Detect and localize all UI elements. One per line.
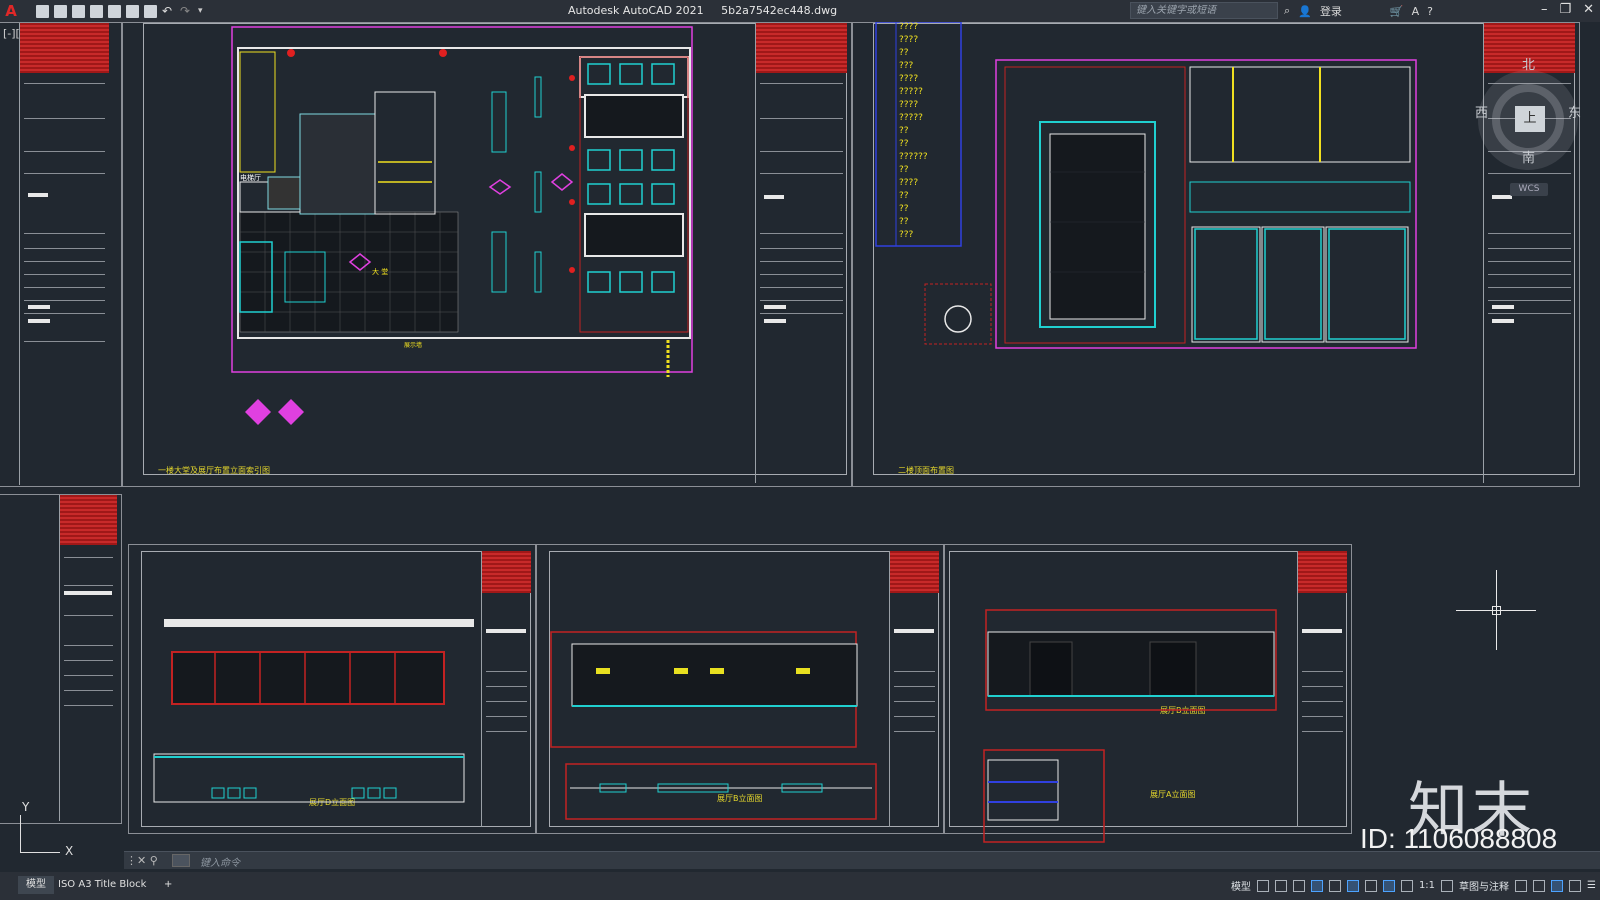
auto-scale-icon[interactable] <box>1400 879 1413 892</box>
tab-model[interactable]: 模型 <box>18 876 54 894</box>
tab-add-layout[interactable]: + <box>156 876 180 894</box>
isodraft-icon[interactable] <box>1328 879 1341 892</box>
help-icon[interactable]: ? <box>1427 5 1433 18</box>
save-icon[interactable] <box>72 4 85 18</box>
polar-icon[interactable] <box>1310 879 1323 892</box>
elevations-drawing <box>153 609 1277 843</box>
annotation-visibility-icon[interactable] <box>1382 879 1395 892</box>
viewcube-face[interactable]: 上 <box>1515 106 1545 132</box>
ucs-x-label: X <box>65 844 74 858</box>
isolate-icon[interactable] <box>1533 879 1546 892</box>
grid-icon[interactable] <box>1256 879 1269 892</box>
add-icon[interactable] <box>1515 879 1528 892</box>
open-file-icon[interactable] <box>54 4 67 18</box>
cart-icon[interactable]: 🛒 <box>1390 5 1404 18</box>
a360-icon[interactable]: A <box>1412 5 1420 18</box>
restore-icon[interactable]: ❐ <box>1559 2 1571 17</box>
ortho-icon[interactable] <box>1292 879 1305 892</box>
tab-layout-iso-a3[interactable]: ISO A3 Title Block <box>50 876 154 894</box>
workspace-gear-icon[interactable] <box>1441 879 1454 892</box>
file-name: 5b2a7542ec448.dwg <box>721 4 838 17</box>
command-line[interactable]: ⋮✕ ⚲ 键入命令 <box>124 851 1600 869</box>
status-bar: 模型 ISO A3 Title Block + 模型 1:1 草图与注释 ☰ <box>0 872 1600 900</box>
autocad-logo-icon[interactable]: A <box>0 0 22 22</box>
close-icon[interactable]: ✕ <box>1583 2 1594 17</box>
workspace-switch[interactable]: 草图与注释 <box>1459 878 1509 893</box>
user-icon[interactable]: 👤 <box>1298 5 1312 18</box>
command-input[interactable]: 键入命令 <box>200 854 240 869</box>
wcs-menu[interactable]: WCS <box>1510 183 1548 196</box>
compass-east[interactable]: 东 <box>1568 102 1581 121</box>
save-as-icon[interactable] <box>90 4 103 18</box>
cursor-pickbox <box>1492 606 1501 615</box>
title-bar: A ↶ ↷ ▾ Autodesk AutoCAD 2021 5b2a7542ec… <box>0 0 1600 22</box>
ucs-icon <box>20 852 60 853</box>
hardware-accel-icon[interactable] <box>1551 879 1564 892</box>
minimize-icon[interactable]: – <box>1541 2 1548 17</box>
undo-icon[interactable]: ↶ <box>162 4 175 18</box>
compass-south[interactable]: 南 <box>1522 147 1535 166</box>
object-snap-icon[interactable] <box>1346 879 1359 892</box>
search-icon[interactable]: ⌕ <box>1284 4 1290 18</box>
annotation-scale[interactable]: 1:1 <box>1419 880 1435 891</box>
ucs-y-label: Y <box>22 800 30 814</box>
snap-icon[interactable] <box>1274 879 1287 892</box>
ucs-icon <box>20 815 21 853</box>
clean-screen-icon[interactable] <box>1569 879 1582 892</box>
app-name: Autodesk AutoCAD 2021 <box>568 4 704 17</box>
compass-west[interactable]: 西 <box>1475 102 1488 121</box>
plot-icon[interactable] <box>144 4 157 18</box>
object-track-icon[interactable] <box>1364 879 1377 892</box>
login-button[interactable]: 登录 <box>1320 3 1342 19</box>
new-file-icon[interactable] <box>36 4 49 18</box>
drawing-viewport[interactable]: [-][俯视][二维线框] 一楼大堂及展厅布置立面索引图 <box>0 22 1600 858</box>
save-web-icon[interactable] <box>126 4 139 18</box>
window-title: Autodesk AutoCAD 2021 5b2a7542ec448.dwg <box>568 4 851 17</box>
customize-qat-icon[interactable]: ▾ <box>198 5 211 18</box>
command-history-icon[interactable] <box>172 854 190 867</box>
command-line-close-icon[interactable]: ⋮✕ ⚲ <box>126 854 158 867</box>
model-space-button[interactable]: 模型 <box>1231 878 1251 893</box>
customize-menu-icon[interactable]: ☰ <box>1587 880 1596 891</box>
open-web-icon[interactable] <box>108 4 121 18</box>
compass-north[interactable]: 北 <box>1522 54 1535 73</box>
quick-access-toolbar: ↶ ↷ ▾ <box>36 4 211 18</box>
search-input[interactable]: 键入关键字或短语 <box>1130 2 1278 19</box>
redo-icon[interactable]: ↷ <box>180 4 193 18</box>
